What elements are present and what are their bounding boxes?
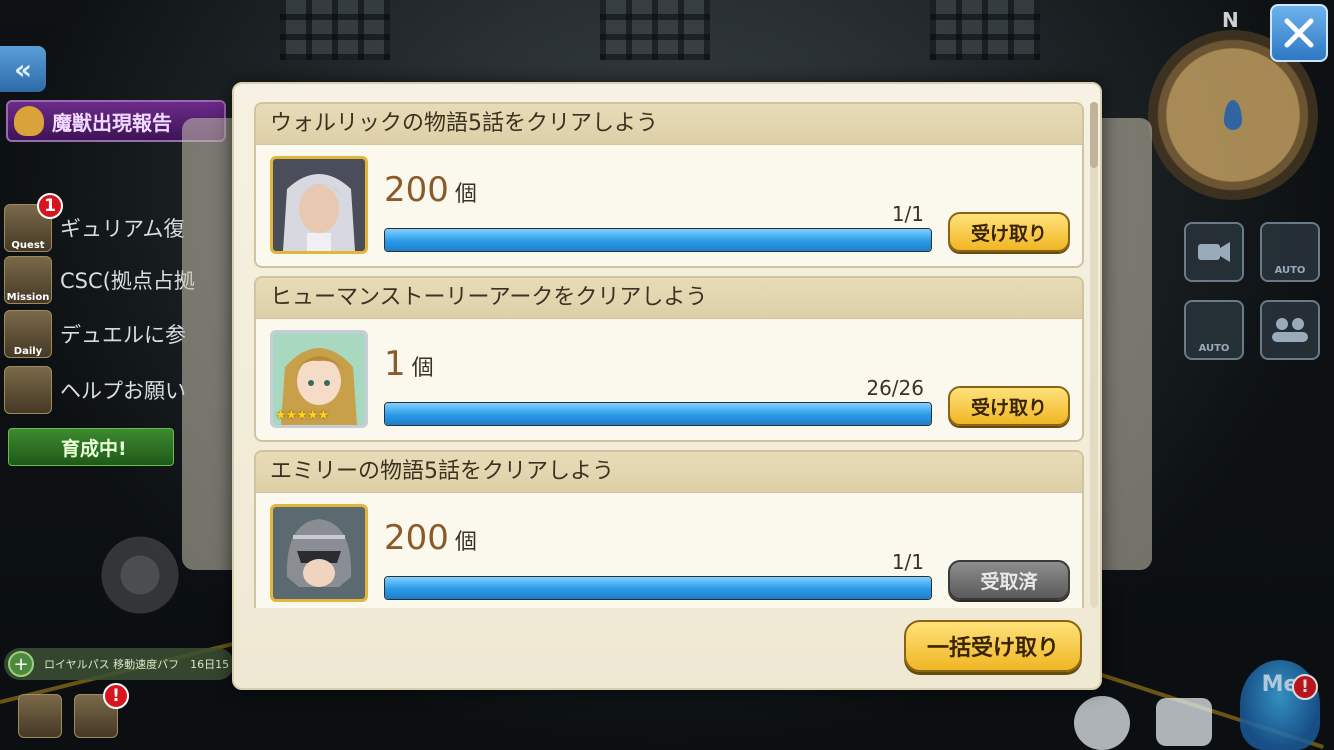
video-camera-icon (1198, 242, 1230, 262)
close-icon (1284, 18, 1314, 48)
party-button[interactable] (1260, 300, 1320, 360)
background-window (280, 0, 390, 60)
dpad-control[interactable] (95, 530, 185, 620)
gift-box-icon[interactable]: ! (74, 683, 129, 738)
mission-title: エミリーの物語5話をクリアしよう (256, 452, 1082, 493)
rarity-stars: ★★★★★ (275, 408, 329, 423)
mission-card: エミリーの物語5話をクリアしよう 200 個 1/1 受取済 (254, 450, 1084, 608)
party-icon (1272, 318, 1308, 342)
me-badge: ! (1292, 674, 1318, 700)
armored-helmet-portrait (273, 507, 365, 599)
player-marker-icon (1224, 100, 1242, 130)
progress-fill (385, 577, 931, 599)
help-menu-item[interactable]: ヘルプお願い (4, 366, 204, 414)
quest-menu-item[interactable]: Quest 1 ギュリアム復 (4, 193, 204, 252)
mission-label: CSC(拠点占拠 (60, 269, 195, 293)
progress-bar (384, 228, 932, 252)
quest-label: ギュリアム復 (60, 217, 185, 241)
daily-icon-label: Daily (13, 346, 43, 357)
auto-target-button[interactable]: AUTO (1260, 222, 1320, 282)
reward-amount: 200 個 (384, 518, 477, 558)
progress-bar (384, 576, 932, 600)
royal-pass-bar: + ロイヤルパス 移動速度バフ 16日15 (4, 648, 234, 680)
mission-card: ヒューマンストーリーアークをクリアしよう ★★★★★ 1個 26/26 受け取り (254, 276, 1084, 442)
character-portrait (270, 504, 368, 602)
handshake-icon (4, 366, 52, 414)
growing-status-banner[interactable]: 育成中! (8, 428, 174, 466)
background-window (600, 0, 710, 60)
mission-title: ウォルリックの物語5話をクリアしよう (256, 104, 1082, 145)
quest-badge: 1 (37, 193, 63, 219)
chat-button[interactable] (1156, 698, 1212, 746)
daily-menu-item[interactable]: Daily デュエルに参 (4, 310, 204, 358)
emote-button[interactable] (1074, 696, 1130, 750)
scrollbar-thumb[interactable] (1090, 102, 1098, 168)
claim-button[interactable]: 受け取り (948, 386, 1070, 426)
close-button[interactable] (1270, 4, 1328, 62)
mission-reward-dialog: ウォルリックの物語5話をクリアしよう 200 個 1/1 受け取り ヒューマンス… (232, 82, 1102, 690)
reward-number: 1 (384, 344, 406, 384)
daily-icon: Daily (4, 310, 52, 358)
monster-icon (14, 106, 44, 136)
camera-button[interactable] (1184, 222, 1244, 282)
royal-pass-label: ロイヤルパス 移動速度バフ 16日15 (44, 658, 230, 671)
claim-all-button[interactable]: 一括受け取り (904, 620, 1082, 672)
help-label: ヘルプお願い (60, 379, 186, 403)
mission-title: ヒューマンストーリーアークをクリアしよう (256, 278, 1082, 319)
character-portrait (270, 156, 368, 254)
back-button[interactable]: « (0, 46, 46, 92)
progress-fill (385, 229, 931, 251)
me-character-button[interactable]: Me ! (1240, 660, 1320, 750)
quest-icon-label: Quest (11, 240, 45, 251)
reward-amount: 200 個 (384, 170, 477, 210)
reward-amount: 1個 (384, 344, 434, 384)
claim-button[interactable]: 受け取り (948, 212, 1070, 252)
mission-icon: Mission (4, 256, 52, 304)
reward-number: 200 (384, 518, 449, 558)
progress-fill (385, 403, 931, 425)
background-window (930, 0, 1040, 60)
daily-label: デュエルに参 (60, 323, 186, 347)
mission-card: ウォルリックの物語5話をクリアしよう 200 個 1/1 受け取り (254, 102, 1084, 268)
quest-icon: Quest 1 (4, 193, 63, 252)
progress-count: 1/1 (891, 550, 924, 574)
reward-unit: 個 (454, 182, 477, 207)
auto-battle-button[interactable]: AUTO (1184, 300, 1244, 360)
silver-haired-man-portrait (273, 159, 365, 251)
monster-report-label: 魔獣出現報告 (52, 110, 172, 135)
plus-icon[interactable]: + (8, 651, 34, 677)
north-indicator: N (1222, 8, 1239, 32)
mission-icon-label: Mission (6, 292, 50, 303)
mission-list[interactable]: ウォルリックの物語5話をクリアしよう 200 個 1/1 受け取り ヒューマンス… (254, 102, 1086, 608)
reward-number: 200 (384, 170, 449, 210)
progress-count: 26/26 (866, 376, 924, 400)
gift-badge: ! (103, 683, 129, 709)
reward-unit: 個 (454, 530, 477, 555)
progress-count: 1/1 (891, 202, 924, 226)
reward-unit: 個 (411, 356, 434, 381)
mission-menu-item[interactable]: Mission CSC(拠点占拠 (4, 256, 204, 304)
progress-bar (384, 402, 932, 426)
auto-label-2: AUTO (1198, 343, 1230, 354)
list-scrollbar[interactable] (1090, 102, 1098, 608)
claimed-button: 受取済 (948, 560, 1070, 600)
auto-label: AUTO (1274, 265, 1306, 276)
compass-menu-icon[interactable] (18, 694, 62, 738)
character-portrait: ★★★★★ (270, 330, 368, 428)
